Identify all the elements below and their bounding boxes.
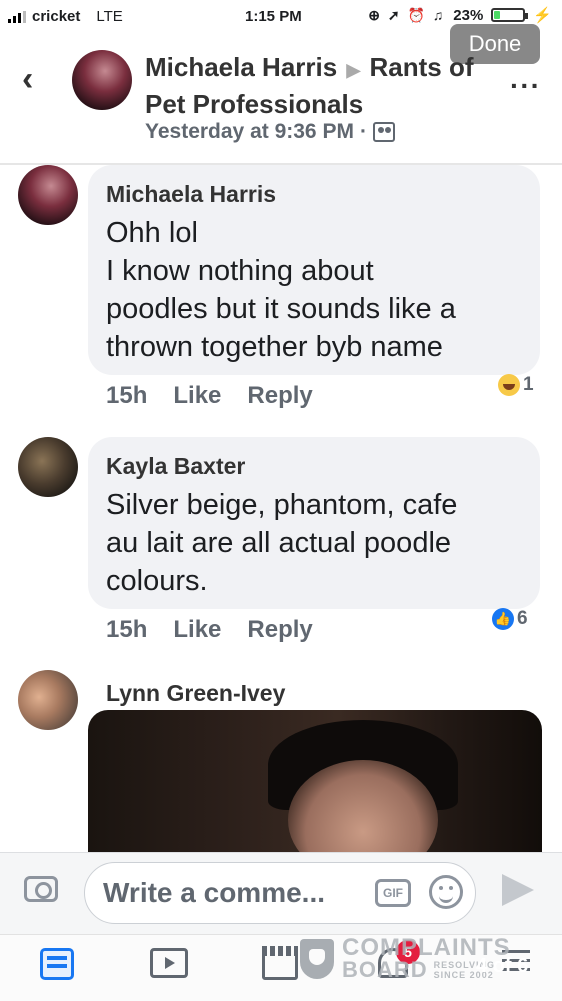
comment-gif-image[interactable] (88, 710, 542, 855)
shield-icon (300, 939, 334, 979)
battery-tip (525, 13, 529, 19)
comment-time: 15h (106, 616, 148, 643)
comment-author[interactable]: Lynn Green-Ivey (106, 680, 285, 707)
post-meta: Yesterday at 9:36 PM · (145, 120, 395, 144)
signal-icon (8, 10, 26, 23)
comment-author[interactable]: Kayla Baxter (106, 453, 457, 480)
comment-input[interactable]: Write a comme... GIF (84, 862, 476, 924)
reaction-number: 1 (523, 374, 534, 395)
carrier-info: cricket LTE (8, 8, 123, 25)
dot-separator: · (359, 120, 367, 143)
reaction-count[interactable]: 1 (498, 374, 534, 396)
back-icon[interactable]: ‹ (22, 62, 42, 96)
comment-actions: 15h Like Reply (106, 616, 313, 644)
network-type: LTE (96, 8, 123, 25)
watermark-board: BOARD (342, 957, 428, 982)
comment-line: colours. (106, 565, 208, 597)
like-button[interactable]: Like (173, 616, 221, 644)
reaction-count[interactable]: 👍 6 (492, 608, 528, 630)
comment-line: I know nothing about (106, 255, 374, 287)
avatar[interactable] (18, 165, 78, 225)
avatar[interactable] (18, 437, 78, 497)
group-privacy-icon (372, 122, 395, 142)
battery-percent: 23% (453, 6, 484, 24)
arrow-right-icon: ▶ (346, 60, 361, 80)
author-avatar[interactable] (72, 50, 132, 110)
system-icons: ⊕ ➚ ⏰ ♫ (368, 6, 446, 23)
charging-icon: ⚡ (533, 7, 552, 24)
comment-line: thrown together byb name (106, 331, 443, 363)
reply-button[interactable]: Reply (247, 616, 312, 644)
status-time: 1:15 PM (245, 8, 302, 25)
avatar[interactable] (18, 670, 78, 730)
news-feed-icon[interactable] (40, 948, 74, 980)
page-counter: 4 of 6 (476, 955, 529, 977)
marketplace-icon[interactable] (262, 946, 298, 980)
comment-author[interactable]: Michaela Harris (106, 181, 456, 208)
system-status: ⊕ ➚ ⏰ ♫ 23% ⚡ (368, 6, 552, 25)
comment-bubble[interactable]: Kayla Baxter Silver beige, phantom, cafe… (88, 437, 540, 609)
emoji-icon[interactable] (429, 875, 463, 909)
comment-time: 15h (106, 382, 148, 409)
post-timestamp[interactable]: Yesterday at 9:36 PM (145, 120, 354, 144)
comment-text: Ohh lol I know nothing about poodles but… (106, 214, 456, 366)
gif-button[interactable]: GIF (375, 879, 411, 907)
watch-icon[interactable] (150, 948, 188, 978)
author-name[interactable]: Michaela Harris (145, 52, 337, 82)
more-options-icon[interactable]: ··· (510, 70, 541, 102)
post-title: Michaela Harris ▶ Rants of Pet Professio… (145, 50, 475, 121)
comment-line: au lait are all actual poodle (106, 527, 452, 559)
haha-icon (498, 374, 520, 396)
post-header: ‹ Michaela Harris ▶ Rants of Pet Profess… (0, 40, 562, 162)
comment-line: Silver beige, phantom, cafe (106, 489, 458, 521)
comment-text: Silver beige, phantom, cafe au lait are … (106, 486, 457, 600)
comment-line: Ohh lol (106, 217, 198, 249)
carrier-name: cricket (32, 8, 81, 25)
camera-icon[interactable] (24, 876, 58, 902)
comment-bubble[interactable]: Michaela Harris Ohh lol I know nothing a… (88, 165, 540, 375)
comment-actions: 15h Like Reply (106, 382, 313, 410)
battery-fill (494, 11, 501, 19)
like-button[interactable]: Like (173, 382, 221, 410)
battery-icon (491, 8, 529, 22)
reaction-number: 6 (517, 608, 528, 629)
comment-placeholder: Write a comme... (103, 877, 326, 908)
reply-button[interactable]: Reply (247, 382, 312, 410)
like-icon: 👍 (492, 608, 514, 630)
comment-line: poodles but it sounds like a (106, 293, 456, 325)
send-icon[interactable] (502, 874, 534, 906)
